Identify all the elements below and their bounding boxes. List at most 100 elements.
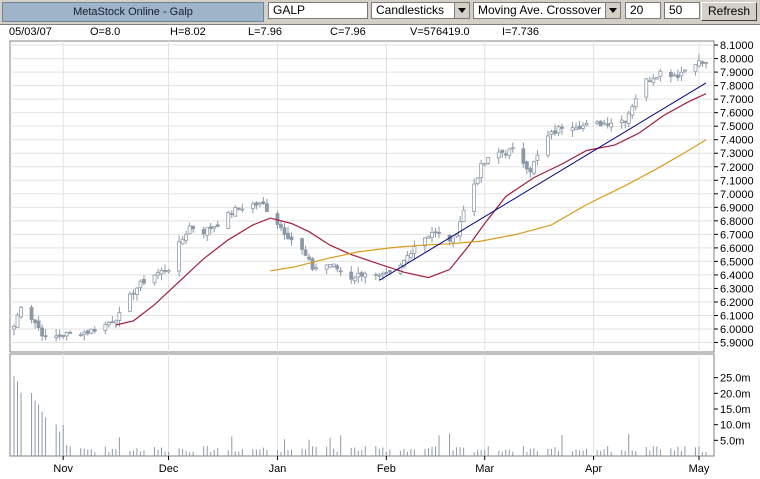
candle-body bbox=[380, 272, 385, 276]
candle-body bbox=[700, 61, 705, 64]
candle-body bbox=[250, 203, 255, 209]
candle-body bbox=[556, 126, 561, 134]
month-tick-label: Apr bbox=[585, 463, 602, 475]
candle-body bbox=[651, 78, 656, 84]
candle-body bbox=[300, 238, 304, 250]
candle-body bbox=[254, 202, 259, 206]
price-tick-label: 6.0000 bbox=[720, 324, 754, 336]
volume-tick-label: 5.0m bbox=[720, 435, 744, 447]
candle-body bbox=[89, 328, 94, 334]
candle-body bbox=[240, 208, 245, 211]
price-tick-label: 6.8000 bbox=[720, 216, 754, 228]
candle-body bbox=[595, 121, 600, 124]
candle-body bbox=[605, 123, 610, 126]
candle-body bbox=[54, 335, 59, 339]
candle-body bbox=[135, 287, 139, 295]
candle-body bbox=[15, 314, 20, 328]
price-volume-chart[interactable]: 5.9000 6.0000 6.10006.2000 6.30006.4000 6.50… bbox=[0, 0, 760, 479]
candle-body bbox=[496, 151, 501, 159]
candle-body bbox=[577, 125, 582, 130]
candle-body bbox=[683, 69, 687, 72]
candle-body bbox=[159, 269, 164, 275]
candle-body bbox=[384, 271, 389, 274]
candle-body bbox=[546, 135, 550, 156]
candle-body bbox=[212, 226, 217, 229]
price-tick-label: 6.2000 bbox=[720, 297, 754, 309]
candle-body bbox=[472, 183, 477, 213]
candle-body bbox=[675, 74, 680, 78]
candle-body bbox=[503, 153, 508, 156]
candle-body bbox=[205, 227, 210, 236]
candle-body bbox=[475, 177, 480, 184]
candle-body bbox=[163, 269, 167, 272]
candle-body bbox=[461, 209, 466, 223]
candle-body bbox=[644, 78, 649, 98]
candle-body bbox=[92, 329, 97, 332]
candle-body bbox=[602, 122, 607, 125]
candle-body bbox=[36, 320, 41, 329]
price-tick-label: 6.5000 bbox=[720, 256, 754, 268]
candle-body bbox=[286, 232, 290, 239]
candle-body bbox=[177, 241, 181, 272]
candle-body bbox=[279, 224, 283, 228]
candle-body bbox=[184, 233, 189, 241]
candle-body bbox=[180, 238, 185, 245]
candle-body bbox=[215, 224, 220, 227]
candle-body bbox=[261, 201, 266, 204]
candle-body bbox=[405, 255, 410, 263]
candle-body bbox=[658, 70, 663, 77]
price-tick-label: 7.3000 bbox=[720, 148, 754, 160]
candle-body bbox=[654, 77, 659, 80]
price-tick-label: 7.0000 bbox=[720, 189, 754, 201]
candle-body bbox=[257, 202, 262, 205]
candle-body bbox=[693, 64, 698, 73]
candle-body bbox=[521, 148, 526, 164]
candle-body bbox=[78, 334, 83, 337]
candle-body bbox=[265, 203, 269, 212]
candle-body bbox=[409, 253, 413, 258]
candle-body bbox=[633, 98, 638, 108]
candle-body bbox=[314, 267, 318, 270]
candle-body bbox=[82, 331, 87, 335]
candle-body bbox=[335, 265, 340, 270]
price-tick-label: 6.6000 bbox=[720, 243, 754, 255]
price-tick-label: 7.9000 bbox=[720, 67, 754, 79]
candle-body bbox=[226, 212, 231, 229]
price-tick-label: 7.6000 bbox=[720, 108, 754, 120]
candle-body bbox=[12, 325, 16, 330]
volume-tick-label: 25.0m bbox=[720, 373, 751, 385]
candle-body bbox=[619, 119, 624, 123]
candle-body bbox=[679, 71, 684, 77]
candle-body bbox=[531, 161, 536, 174]
price-tick-label: 7.8000 bbox=[720, 81, 754, 93]
candle-body bbox=[647, 80, 652, 83]
candle-body bbox=[307, 256, 311, 260]
candle-body bbox=[201, 229, 206, 235]
candle-body bbox=[331, 263, 336, 267]
candle-body bbox=[426, 235, 431, 239]
price-tick-label: 6.9000 bbox=[720, 202, 754, 214]
price-tick-label: 6.3000 bbox=[720, 283, 754, 295]
month-tick-label: Feb bbox=[377, 463, 396, 475]
volume-pane bbox=[9, 353, 715, 457]
candle-body bbox=[630, 106, 635, 116]
volume-tick-label: 20.0m bbox=[720, 388, 751, 400]
candle-body bbox=[609, 122, 614, 128]
candle-body bbox=[282, 227, 287, 235]
candle-body bbox=[57, 334, 62, 337]
candle-body bbox=[373, 274, 378, 276]
month-tick-label: Dec bbox=[159, 463, 179, 475]
price-pane bbox=[9, 40, 715, 353]
candle-body bbox=[359, 272, 364, 277]
candle-body bbox=[398, 264, 403, 274]
candle-body bbox=[510, 147, 515, 150]
candle-body bbox=[352, 277, 357, 282]
candle-body bbox=[451, 237, 455, 243]
price-tick-label: 7.4000 bbox=[720, 135, 754, 147]
candle-body bbox=[507, 148, 512, 156]
candle-body bbox=[103, 324, 108, 331]
candle-body bbox=[187, 225, 192, 235]
candle-body bbox=[113, 320, 118, 324]
candle-body bbox=[131, 292, 136, 295]
candle-body bbox=[553, 130, 557, 134]
